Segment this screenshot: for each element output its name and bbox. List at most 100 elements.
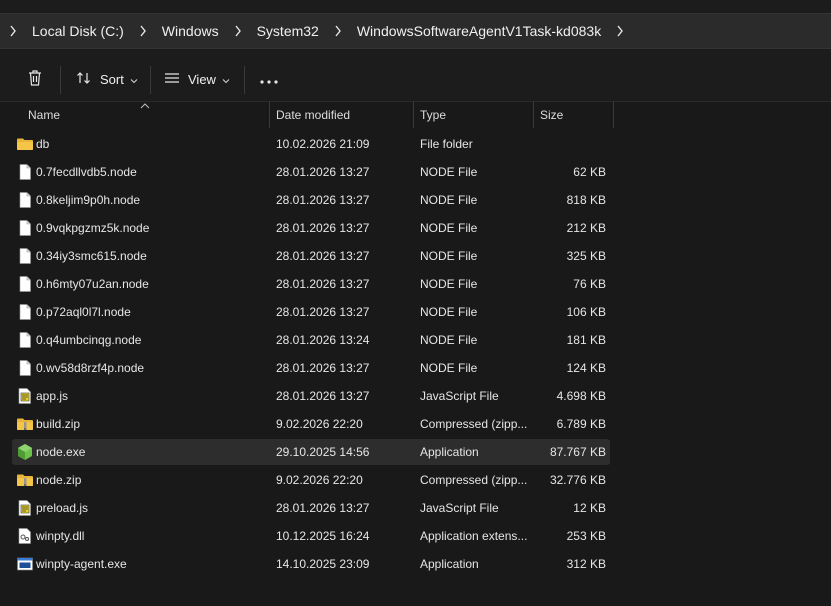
breadcrumb[interactable]: Local Disk (C:) Windows System32 Windows… xyxy=(0,13,831,49)
javascript-file-icon xyxy=(16,499,34,517)
toolbar-divider xyxy=(60,66,61,94)
file-row[interactable]: app.js 28.01.2026 13:27 JavaScript File 4.6… xyxy=(12,383,610,409)
file-date-modified: 28.01.2026 13:27 xyxy=(276,389,370,403)
chevron-right-icon[interactable] xyxy=(130,14,156,48)
file-date-modified: 9.02.2026 22:20 xyxy=(276,417,363,431)
file-type: File folder xyxy=(420,137,473,151)
file-row[interactable]: node.zip 9.02.2026 22:20 Compressed (zipp.… xyxy=(12,467,610,493)
file-icon xyxy=(16,331,34,349)
file-size: 87.767 KB xyxy=(549,445,606,459)
file-icon xyxy=(16,275,34,293)
file-name: 0.h6mty07u2an.node xyxy=(36,277,149,291)
javascript-file-icon xyxy=(16,387,34,405)
file-name: 0.7fecdllvdb5.node xyxy=(36,165,137,179)
file-date-modified: 28.01.2026 13:27 xyxy=(276,249,370,263)
file-date-modified: 14.10.2025 23:09 xyxy=(276,557,370,571)
column-header-name[interactable]: Name xyxy=(22,102,270,128)
file-type: NODE File xyxy=(420,165,478,179)
column-header-type[interactable]: Type xyxy=(414,102,534,128)
file-size xyxy=(532,131,606,157)
file-row[interactable]: 0.7fecdllvdb5.node 28.01.2026 13:27 NODE F… xyxy=(12,159,610,185)
file-row[interactable]: 0.q4umbcinqg.node 28.01.2026 13:24 NODE Fi… xyxy=(12,327,610,353)
delete-button[interactable] xyxy=(22,64,48,94)
trash-icon xyxy=(27,69,43,90)
column-header-date[interactable]: Date modified xyxy=(270,102,414,128)
breadcrumb-item-windows[interactable]: Windows xyxy=(156,23,225,39)
file-size: 212 KB xyxy=(566,221,606,235)
file-row[interactable]: winpty.dll 10.12.2025 16:24 Application ex… xyxy=(12,523,610,549)
file-row[interactable]: 0.34iy3smc615.node 28.01.2026 13:27 NODE F… xyxy=(12,243,610,269)
file-type: NODE File xyxy=(420,333,478,347)
file-date-modified: 28.01.2026 13:27 xyxy=(276,193,370,207)
file-row[interactable]: preload.js 28.01.2026 13:27 JavaScript Fil… xyxy=(12,495,610,521)
zip-folder-icon xyxy=(16,471,34,489)
breadcrumb-item-local-disk[interactable]: Local Disk (C:) xyxy=(26,23,130,39)
file-row[interactable]: 0.9vqkpgzmz5k.node 28.01.2026 13:27 NODE F… xyxy=(12,215,610,241)
file-icon xyxy=(16,359,34,377)
file-name: winpty-agent.exe xyxy=(36,557,127,571)
zip-folder-icon xyxy=(16,415,34,433)
file-date-modified: 28.01.2026 13:27 xyxy=(276,501,370,515)
file-type: Application extens... xyxy=(420,529,528,543)
chevron-right-icon[interactable] xyxy=(325,14,351,48)
file-date-modified: 28.01.2026 13:27 xyxy=(276,361,370,375)
column-header-date-label: Date modified xyxy=(276,108,351,122)
sort-ascending-icon xyxy=(140,92,150,118)
view-label: View xyxy=(188,71,216,87)
file-name: db xyxy=(36,137,50,151)
file-type: NODE File xyxy=(420,193,478,207)
toolbar-divider xyxy=(150,66,151,94)
more-options-button[interactable] xyxy=(258,64,280,94)
file-size: 62 KB xyxy=(573,165,606,179)
file-type: Application xyxy=(420,445,479,459)
file-name: node.exe xyxy=(36,445,86,459)
file-type: NODE File xyxy=(420,361,478,375)
breadcrumb-item-system32[interactable]: System32 xyxy=(251,23,325,39)
file-row[interactable]: build.zip 9.02.2026 22:20 Compressed (zipp… xyxy=(12,411,610,437)
file-date-modified: 10.12.2025 16:24 xyxy=(276,529,370,543)
file-name: node.zip xyxy=(36,473,82,487)
file-row[interactable]: 0.8keljim9p0h.node 28.01.2026 13:27 NODE F… xyxy=(12,187,610,213)
file-size: 818 KB xyxy=(566,193,606,207)
chevron-right-icon[interactable] xyxy=(0,14,26,48)
file-type: NODE File xyxy=(420,249,478,263)
file-row[interactable]: 0.p72aql0l7l.node 28.01.2026 13:27 NODE Fi… xyxy=(12,299,610,325)
view-list-icon xyxy=(164,72,180,87)
sort-button[interactable]: Sort xyxy=(76,64,138,94)
sort-icon xyxy=(76,70,92,89)
column-header: Name Date modified Type Size xyxy=(0,102,831,128)
view-button[interactable]: View xyxy=(164,64,230,94)
file-row[interactable]: db 10.02.2026 21:09 File folder xyxy=(12,131,610,157)
file-name: 0.p72aql0l7l.node xyxy=(36,305,131,319)
breadcrumb-items: Local Disk (C:) Windows System32 Windows… xyxy=(0,14,633,48)
chevron-right-icon[interactable] xyxy=(225,14,251,48)
file-date-modified: 9.02.2026 22:20 xyxy=(276,473,363,487)
column-header-size-label: Size xyxy=(540,108,564,122)
file-name: preload.js xyxy=(36,501,89,515)
file-type: Application xyxy=(420,557,479,571)
file-name: winpty.dll xyxy=(36,529,85,543)
chevron-down-icon xyxy=(222,72,230,87)
file-row[interactable]: winpty-agent.exe 14.10.2025 23:09 Applicat… xyxy=(12,551,610,577)
file-icon xyxy=(16,163,34,181)
file-name: 0.wv58d8rzf4p.node xyxy=(36,361,145,375)
file-icon xyxy=(16,191,34,209)
file-size: 325 KB xyxy=(566,249,606,263)
file-type: JavaScript File xyxy=(420,389,499,403)
command-bar: Sort View xyxy=(0,58,831,102)
column-header-size[interactable]: Size xyxy=(534,102,614,128)
file-size: 6.789 KB xyxy=(556,417,606,431)
sort-label: Sort xyxy=(100,71,124,87)
file-row[interactable]: 0.wv58d8rzf4p.node 28.01.2026 13:27 NODE F… xyxy=(12,355,610,381)
file-row[interactable]: 0.h6mty07u2an.node 28.01.2026 13:27 NODE F… xyxy=(12,271,610,297)
file-date-modified: 28.01.2026 13:24 xyxy=(276,333,370,347)
chevron-right-icon[interactable] xyxy=(607,14,633,48)
file-type: JavaScript File xyxy=(420,501,499,515)
file-date-modified: 28.01.2026 13:27 xyxy=(276,277,370,291)
file-name: 0.q4umbcinqg.node xyxy=(36,333,142,347)
breadcrumb-item-current-folder[interactable]: WindowsSoftwareAgentV1Task-kd083k xyxy=(351,23,607,39)
toolbar-divider xyxy=(244,66,245,94)
file-row[interactable]: node.exe 29.10.2025 14:56 Application 87.76… xyxy=(12,439,610,465)
file-type: NODE File xyxy=(420,221,478,235)
folder-icon xyxy=(16,135,34,153)
